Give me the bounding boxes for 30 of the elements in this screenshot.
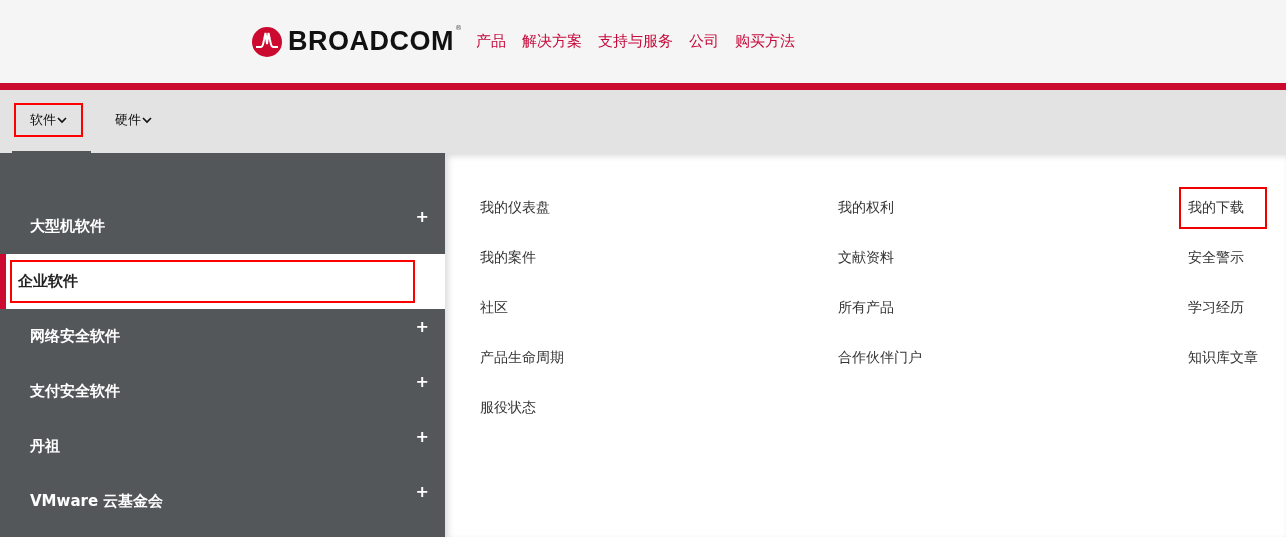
- expand-icon[interactable]: +: [415, 317, 429, 336]
- sidebar-item[interactable]: 网络安全软件 +: [0, 309, 445, 364]
- caret-icon: [57, 116, 67, 124]
- item-label: 丹祖: [29, 436, 61, 457]
- sidebar-item[interactable]: 企业软件: [0, 254, 445, 309]
- expand-icon[interactable]: +: [415, 482, 429, 501]
- item-label: 企业软件: [10, 260, 415, 303]
- expand-icon[interactable]: +: [415, 427, 429, 446]
- category-tab[interactable]: 软件: [14, 103, 83, 137]
- menu-link[interactable]: 我的下载: [1179, 187, 1267, 229]
- item-label: 支付安全软件: [29, 381, 121, 402]
- item-label: VMware 云基金会: [29, 491, 165, 512]
- nav-link[interactable]: 产品: [476, 32, 506, 51]
- sidebar-item[interactable]: 支付安全软件 +: [0, 364, 445, 419]
- brand-name[interactable]: BROADCOM: [288, 26, 454, 57]
- menu-link[interactable]: 服役状态: [471, 383, 838, 433]
- expand-icon[interactable]: +: [415, 372, 429, 391]
- item-label: 大型机软件: [29, 216, 106, 237]
- sidebar-item[interactable]: 大型机软件 +: [0, 199, 445, 254]
- nav-link[interactable]: 解决方案: [522, 32, 582, 51]
- sidebar-item[interactable]: VMware 云基金会 +: [0, 474, 445, 529]
- item-label: 网络安全软件: [29, 326, 121, 347]
- nav-link[interactable]: 公司: [689, 32, 719, 51]
- expand-icon[interactable]: +: [415, 207, 429, 226]
- category-tab[interactable]: 硬件: [99, 103, 168, 137]
- caret-icon: [142, 116, 152, 124]
- nav-link[interactable]: 购买方法: [735, 32, 795, 51]
- nav-link[interactable]: 支持与服务: [598, 32, 673, 51]
- logo-icon: [252, 26, 282, 57]
- sidebar-item[interactable]: 丹祖 +: [0, 419, 445, 474]
